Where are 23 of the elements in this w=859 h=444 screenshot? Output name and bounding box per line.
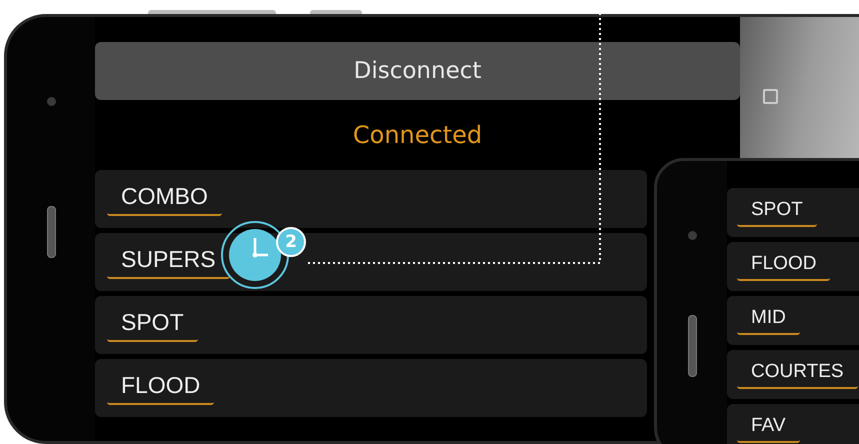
mode-row[interactable]: FLOOD	[727, 242, 859, 291]
mode-row[interactable]: SPOT	[727, 188, 859, 237]
speaker-icon	[46, 206, 56, 258]
mode-row[interactable]: COMBO	[95, 170, 647, 228]
mode-row[interactable]: FLOOD	[95, 359, 647, 417]
mode-label: MID	[737, 306, 800, 334]
speaker-icon	[688, 315, 696, 377]
square-icon	[762, 89, 778, 104]
mode-row[interactable]: FAV	[727, 404, 859, 444]
camera-icon	[46, 97, 56, 106]
connection-status: Connected	[352, 120, 484, 151]
mode-label: FLOOD	[737, 252, 830, 280]
camera-icon	[688, 231, 696, 240]
mode-row[interactable]: SPOT	[95, 296, 647, 354]
mode-label: SPOT	[107, 308, 198, 342]
disconnect-button[interactable]: Disconnect	[95, 42, 740, 100]
mode-label: COMBO	[107, 182, 222, 216]
mode-label: FLOOD	[107, 372, 214, 404]
mode-label: SPOT	[737, 198, 817, 226]
mode-label: COURTES	[737, 360, 858, 388]
mode-row[interactable]: COURTES	[727, 350, 859, 399]
mode-label: FAV	[737, 414, 800, 442]
mode-row[interactable]: MID	[727, 296, 859, 345]
